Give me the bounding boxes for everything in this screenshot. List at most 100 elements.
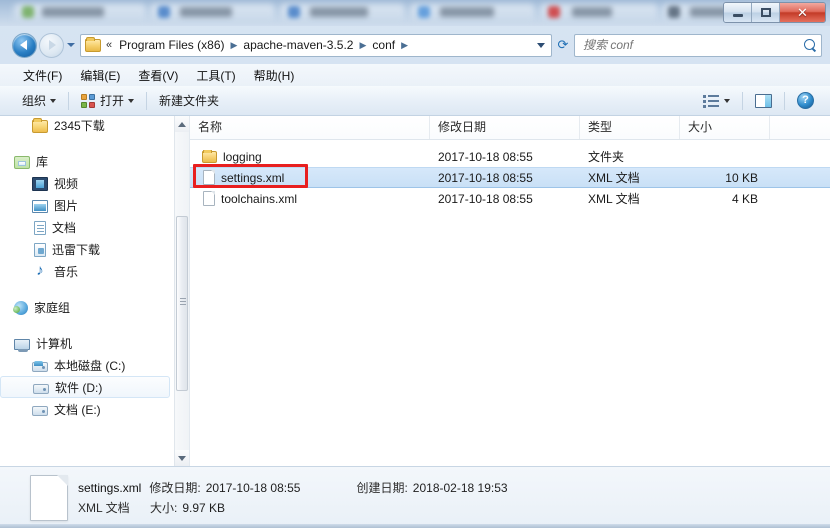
column-header-date[interactable]: 修改日期 bbox=[430, 116, 580, 139]
chevron-up-icon bbox=[178, 121, 186, 127]
breadcrumb-separator-2[interactable]: ▶ bbox=[398, 40, 411, 51]
scrollbar-thumb[interactable] bbox=[176, 216, 188, 391]
sidebar-item-computer[interactable]: 计算机 bbox=[0, 332, 176, 354]
recent-pages-button[interactable] bbox=[64, 43, 78, 47]
breadcrumb-item-0[interactable]: Program Files (x86) bbox=[116, 36, 227, 54]
sidebar-item-label: 库 bbox=[36, 154, 49, 169]
video-icon bbox=[32, 176, 48, 191]
forward-arrow-icon bbox=[49, 40, 56, 50]
view-options-icon bbox=[703, 94, 720, 108]
homegroup-icon bbox=[13, 300, 28, 315]
back-button[interactable] bbox=[12, 32, 37, 58]
column-header-name[interactable]: 名称 bbox=[190, 116, 430, 139]
address-bar-row: « Program Files (x86) ▶ apache-maven-3.5… bbox=[0, 28, 830, 62]
file-date-cell: 2017-10-18 08:55 bbox=[438, 191, 533, 206]
open-button[interactable]: 打开 bbox=[73, 88, 142, 113]
toolbar-divider bbox=[742, 91, 743, 110]
sidebar-item-label: 计算机 bbox=[36, 336, 73, 351]
file-icon bbox=[203, 170, 215, 185]
sidebar-item-label: 2345下载 bbox=[54, 118, 105, 133]
search-input[interactable] bbox=[583, 38, 804, 52]
main-content: 2345下载 库 视频 图片 文档 迅雷下载 ♪ 音乐 家庭组 计算机 本地磁盘… bbox=[0, 116, 830, 466]
chevron-down-icon bbox=[67, 43, 75, 47]
file-name-cell: logging bbox=[190, 149, 430, 164]
breadcrumb-separator-1[interactable]: ▶ bbox=[356, 40, 369, 51]
library-icon bbox=[14, 155, 30, 169]
view-options-button[interactable] bbox=[695, 90, 738, 112]
menu-item-help[interactable]: 帮助(H) bbox=[245, 65, 304, 86]
scroll-down-button[interactable] bbox=[175, 450, 189, 466]
sidebar-item-drive-e[interactable]: 文档 (E:) bbox=[0, 398, 176, 420]
sidebar-item-thunder-downloads[interactable]: 迅雷下载 bbox=[0, 238, 176, 260]
minimize-button[interactable] bbox=[724, 3, 752, 22]
organize-button[interactable]: 组织 bbox=[14, 88, 64, 113]
breadcrumb-separator-0[interactable]: ▶ bbox=[227, 40, 240, 51]
breadcrumb-overflow[interactable]: « bbox=[104, 39, 116, 51]
close-button[interactable]: ✕ bbox=[780, 3, 825, 22]
refresh-button[interactable]: ⟳ bbox=[552, 34, 574, 57]
file-icon bbox=[203, 191, 215, 206]
forward-button[interactable] bbox=[39, 32, 64, 58]
details-created-value: 2018-02-18 19:53 bbox=[412, 480, 508, 495]
details-size-label: 大小: bbox=[150, 501, 178, 515]
maximize-button[interactable] bbox=[752, 3, 780, 22]
sidebar-item-pictures[interactable]: 图片 bbox=[0, 194, 176, 216]
folder-icon bbox=[32, 117, 48, 133]
sidebar-item-music[interactable]: ♪ 音乐 bbox=[0, 260, 176, 282]
table-row[interactable]: toolchains.xml 2017-10-18 08:55 XML 文档 4… bbox=[190, 188, 830, 209]
file-name: settings.xml bbox=[221, 170, 285, 185]
search-box[interactable] bbox=[574, 33, 822, 57]
help-button[interactable]: ? bbox=[789, 88, 822, 113]
scroll-up-button[interactable] bbox=[175, 116, 189, 132]
column-header-size[interactable]: 大小 bbox=[680, 116, 770, 139]
menu-item-file[interactable]: 文件(F) bbox=[14, 65, 71, 86]
table-row[interactable]: settings.xml 2017-10-18 08:55 XML 文档 10 … bbox=[190, 167, 830, 188]
column-header-type[interactable]: 类型 bbox=[580, 116, 680, 139]
menu-item-edit[interactable]: 编辑(E) bbox=[71, 65, 129, 86]
sidebar-item-drive-d[interactable]: 软件 (D:) bbox=[0, 376, 170, 398]
file-icon bbox=[30, 474, 68, 521]
details-file-name: settings.xml bbox=[78, 480, 142, 495]
chevron-down-icon bbox=[724, 98, 730, 103]
explorer-window: ✕ « Program Files (x86) ▶ apache-maven-3… bbox=[0, 0, 830, 528]
details-modified-label: 修改日期: bbox=[149, 481, 201, 495]
drive-icon bbox=[33, 383, 49, 394]
sidebar-item-libraries[interactable]: 库 bbox=[0, 150, 176, 172]
system-drive-icon bbox=[32, 360, 48, 372]
file-type-cell: 文件夹 bbox=[588, 150, 625, 164]
details-line-2: XML 文档 大小: 9.97 KB bbox=[78, 499, 508, 516]
folder-icon bbox=[85, 36, 101, 52]
breadcrumb: Program Files (x86) ▶ apache-maven-3.5.2… bbox=[116, 36, 533, 54]
breadcrumb-item-1[interactable]: apache-maven-3.5.2 bbox=[240, 36, 356, 54]
breadcrumb-item-2[interactable]: conf bbox=[369, 36, 398, 54]
details-modified-value: 2017-10-18 08:55 bbox=[205, 480, 301, 495]
sidebar-item-2345downloads[interactable]: 2345下载 bbox=[0, 116, 176, 136]
sidebar-item-documents[interactable]: 文档 bbox=[0, 216, 176, 238]
file-type-cell: XML 文档 bbox=[588, 192, 640, 206]
minimize-icon bbox=[732, 13, 743, 17]
sidebar-scrollbar[interactable] bbox=[174, 116, 189, 466]
sidebar-item-drive-c[interactable]: 本地磁盘 (C:) bbox=[0, 354, 176, 376]
new-folder-button[interactable]: 新建文件夹 bbox=[151, 88, 227, 113]
address-bar[interactable]: « Program Files (x86) ▶ apache-maven-3.5… bbox=[80, 33, 552, 57]
search-icon bbox=[804, 38, 817, 52]
chevron-down-icon bbox=[50, 98, 57, 103]
column-header-row: 名称 修改日期 类型 大小 bbox=[190, 116, 830, 140]
sidebar-item-homegroup[interactable]: 家庭组 bbox=[0, 296, 176, 318]
background-tab-strip bbox=[0, 0, 830, 26]
details-line-1: settings.xml 修改日期: 2017-10-18 08:55 创建日期… bbox=[78, 479, 508, 496]
address-dropdown-button[interactable] bbox=[533, 42, 549, 48]
file-type-cell: XML 文档 bbox=[588, 171, 640, 185]
maximize-icon bbox=[760, 8, 771, 17]
file-name: logging bbox=[223, 149, 262, 164]
table-row[interactable]: logging 2017-10-18 08:55 文件夹 bbox=[190, 146, 830, 167]
preview-pane-button[interactable] bbox=[747, 90, 780, 112]
file-list: 名称 修改日期 类型 大小 logging 2017-10-18 08:55 文… bbox=[190, 116, 830, 466]
menu-item-tools[interactable]: 工具(T) bbox=[187, 65, 244, 86]
sidebar-item-label: 文档 (E:) bbox=[54, 402, 101, 417]
menu-item-view[interactable]: 查看(V) bbox=[129, 65, 187, 86]
open-icon bbox=[81, 93, 96, 108]
menu-bar: 文件(F) 编辑(E) 查看(V) 工具(T) 帮助(H) bbox=[0, 64, 830, 86]
sidebar-item-label: 家庭组 bbox=[34, 300, 71, 315]
sidebar-item-videos[interactable]: 视频 bbox=[0, 172, 176, 194]
